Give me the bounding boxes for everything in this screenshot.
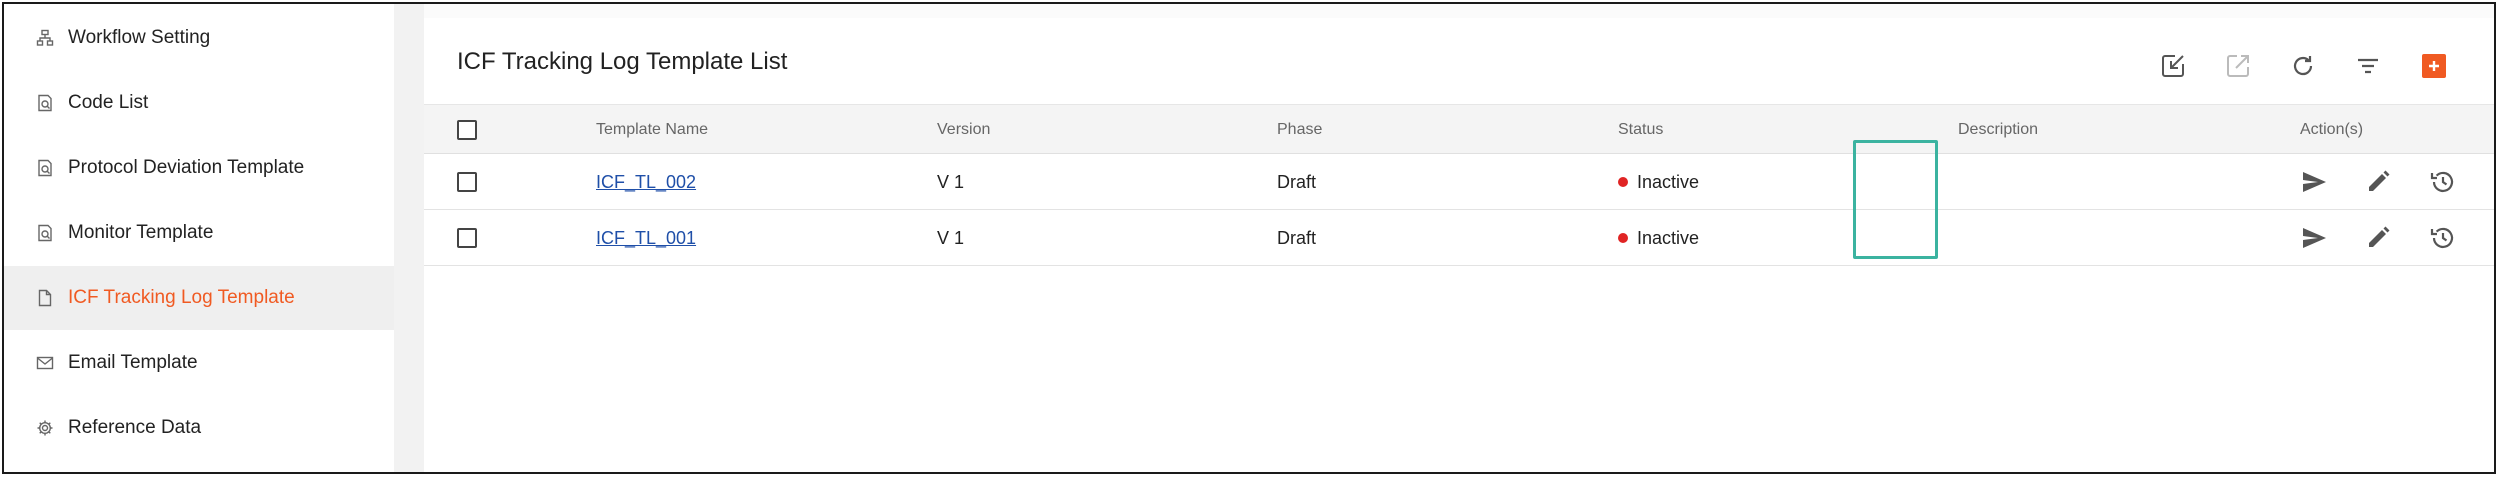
app-frame: Workflow Setting Code List Protocol Devi… <box>2 2 2496 474</box>
sidebar-item-label: Reference Data <box>68 417 202 438</box>
export-icon <box>2227 55 2249 77</box>
sidebar-item-icf-tracking-log-template[interactable]: ICF Tracking Log Template <box>4 266 394 330</box>
column-header-version: Version <box>937 121 991 138</box>
sidebar-item-email-template[interactable]: Email Template <box>4 331 394 395</box>
template-name-cell: ICF_TL_001 <box>596 210 696 266</box>
status-label: Inactive <box>1637 172 1700 192</box>
select-all-checkbox[interactable] <box>457 120 477 140</box>
history-icon <box>2430 227 2454 248</box>
sidebar-item-label: ICF Tracking Log Template <box>68 287 295 308</box>
publish-column-highlight <box>1853 140 1938 259</box>
column-header-template-name: Template Name <box>596 121 709 138</box>
phase-cell: Draft <box>1277 228 1317 248</box>
table-header: Template Name Version Phase Status Descr… <box>424 104 2494 154</box>
status-cell: Inactive <box>1618 154 1699 210</box>
content-gutter <box>394 4 424 472</box>
sidebar-item-label: Protocol Deviation Template <box>68 157 305 178</box>
workflow-icon <box>34 27 56 49</box>
add-icon <box>2429 61 2439 71</box>
publish-button[interactable] <box>2294 218 2334 258</box>
toolbar <box>424 46 2494 86</box>
pencil-icon <box>2369 226 2390 247</box>
version-cell: V 1 <box>937 172 965 192</box>
column-header-actions: Action(s) <box>2300 121 2364 138</box>
edit-button[interactable] <box>2358 162 2398 202</box>
refresh-button[interactable] <box>2283 46 2323 86</box>
sidebar-item-monitor-template[interactable]: Monitor Template <box>4 201 394 265</box>
status-label: Inactive <box>1637 228 1700 248</box>
sidebar-item-label: Code List <box>68 92 149 113</box>
row-checkbox[interactable] <box>457 172 477 192</box>
table-row: ICF_TL_002 V 1 Draft Inactive <box>424 154 2494 210</box>
sidebar-item-reference-data[interactable]: Reference Data <box>4 396 394 460</box>
edit-button[interactable] <box>2358 218 2398 258</box>
sidebar-item-label: Email Template <box>68 352 198 373</box>
main-panel: ICF Tracking Log Template List Template <box>424 18 2494 472</box>
status-cell: Inactive <box>1618 210 1699 266</box>
export-button[interactable] <box>2218 46 2258 86</box>
phase-cell: Draft <box>1277 172 1317 192</box>
filter-button[interactable] <box>2348 46 2388 86</box>
send-icon <box>2303 172 2326 192</box>
document-icon <box>34 287 56 309</box>
filter-icon <box>2358 58 2378 74</box>
column-header-description: Description <box>1958 121 2039 138</box>
code-list-icon <box>34 92 56 114</box>
template-name-cell: ICF_TL_002 <box>596 154 696 210</box>
publish-button[interactable] <box>2294 162 2334 202</box>
import-icon <box>2162 55 2184 77</box>
mail-icon <box>34 352 56 374</box>
sidebar-item-workflow-setting[interactable]: Workflow Setting <box>4 6 394 70</box>
sidebar-item-label: Monitor Template <box>68 222 214 243</box>
template-name-link[interactable]: ICF_TL_002 <box>596 172 696 192</box>
sidebar: Workflow Setting Code List Protocol Devi… <box>4 4 394 472</box>
gear-icon <box>34 417 56 439</box>
sidebar-item-label: Workflow Setting <box>68 27 211 48</box>
status-dot-icon <box>1618 233 1628 244</box>
status-dot-icon <box>1618 177 1628 188</box>
column-header-phase: Phase <box>1277 121 1323 138</box>
document-search-icon <box>34 157 56 179</box>
version-cell: V 1 <box>937 228 965 248</box>
add-button[interactable] <box>2422 54 2446 78</box>
refresh-icon <box>2293 56 2313 76</box>
import-button[interactable] <box>2153 46 2193 86</box>
table-row: ICF_TL_001 V 1 Draft Inactive <box>424 210 2494 266</box>
template-table: Template Name Version Phase Status Descr… <box>424 104 2494 266</box>
pencil-icon <box>2369 170 2390 191</box>
template-name-link[interactable]: ICF_TL_001 <box>596 228 696 248</box>
document-search-icon <box>34 222 56 244</box>
history-button[interactable] <box>2423 162 2463 202</box>
column-header-status: Status <box>1618 121 1664 138</box>
sidebar-item-protocol-deviation-template[interactable]: Protocol Deviation Template <box>4 136 394 200</box>
sidebar-item-code-list[interactable]: Code List <box>4 71 394 135</box>
row-checkbox[interactable] <box>457 228 477 248</box>
send-icon <box>2303 228 2326 248</box>
history-button[interactable] <box>2423 218 2463 258</box>
history-icon <box>2430 171 2454 192</box>
